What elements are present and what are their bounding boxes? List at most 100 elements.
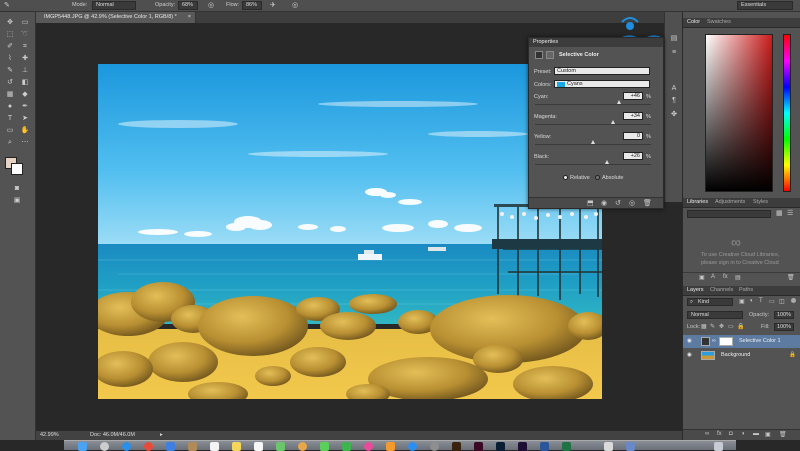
eraser-tool-icon[interactable]: ◧ xyxy=(18,78,32,88)
dodge-tool-icon[interactable]: ● xyxy=(3,102,17,112)
document-info[interactable]: Doc: 46.0M/46.0M xyxy=(90,432,135,438)
lasso-tool-icon[interactable]: ➰ xyxy=(18,30,32,40)
magenta-value-field[interactable]: +34 xyxy=(623,112,643,120)
new-adjustment-icon[interactable]: ◑ xyxy=(741,431,745,437)
mode-select[interactable]: Normal xyxy=(92,1,136,10)
layer-opacity-field[interactable]: 100% xyxy=(774,311,794,319)
cyan-slider-thumb[interactable] xyxy=(617,100,621,104)
blur-tool-icon[interactable]: ◆ xyxy=(18,90,32,100)
library-list-icon[interactable]: ☰ xyxy=(787,209,793,217)
chain-link-icon[interactable]: ∞ xyxy=(712,335,716,348)
lock-all-icon[interactable]: 🔒 xyxy=(737,323,744,330)
black-slider-thumb[interactable] xyxy=(605,160,609,164)
workspace-select[interactable]: Essentials xyxy=(737,1,793,10)
filter-pixel-icon[interactable]: ▣ xyxy=(739,298,745,305)
magenta-slider[interactable] xyxy=(535,124,651,125)
reset-icon[interactable]: ↺ xyxy=(615,199,621,207)
visibility-icon[interactable]: ◎ xyxy=(629,199,635,207)
cyan-value-field[interactable]: +46 xyxy=(623,92,643,100)
zoom-tool-icon[interactable]: ⌕ xyxy=(3,138,17,148)
lock-transparent-icon[interactable]: ▦ xyxy=(701,323,707,330)
type-tool-icon[interactable]: T xyxy=(3,114,17,124)
history-panel-icon[interactable]: ▤ xyxy=(667,34,681,44)
fill-field[interactable]: 100% xyxy=(774,323,794,331)
artboard-tool-icon[interactable]: ▭ xyxy=(18,18,32,28)
filter-type-icon[interactable]: T xyxy=(759,298,763,304)
add-character-style-icon[interactable]: A xyxy=(711,274,715,280)
history-brush-tool-icon[interactable]: ↺ xyxy=(3,78,17,88)
pressure-opacity-icon[interactable]: ◎ xyxy=(208,1,214,9)
mask-icon[interactable] xyxy=(546,51,554,59)
link-layers-icon[interactable]: ∞ xyxy=(705,431,709,437)
tab-channels[interactable]: Channels xyxy=(710,287,733,293)
tab-paths[interactable]: Paths xyxy=(739,287,753,293)
status-arrow-icon[interactable]: ▸ xyxy=(160,432,163,438)
add-graphic-icon[interactable]: ▣ xyxy=(699,274,705,281)
delete-icon[interactable]: 🗑 xyxy=(643,199,652,207)
black-slider[interactable] xyxy=(535,164,651,165)
layer-row-background[interactable]: ◉ Background 🔒 xyxy=(683,349,800,362)
delete-layer-icon[interactable]: 🗑 xyxy=(779,431,787,438)
eyedropper-tool-icon[interactable]: ⌇ xyxy=(3,54,17,64)
blend-mode-select[interactable]: Normal xyxy=(687,311,743,319)
properties-panel-title[interactable]: Properties xyxy=(529,38,663,47)
new-group-icon[interactable]: ▬ xyxy=(753,431,759,437)
opacity-field[interactable]: 68% xyxy=(178,1,198,10)
tab-layers[interactable]: Layers xyxy=(687,287,704,293)
tab-styles[interactable]: Styles xyxy=(753,199,768,205)
visibility-eye-icon[interactable]: ◉ xyxy=(687,349,692,362)
marquee-tool-icon[interactable]: ⬚ xyxy=(3,30,17,40)
flow-field[interactable]: 86% xyxy=(242,1,262,10)
screen-mode-icon[interactable]: ▣ xyxy=(10,196,24,206)
lock-pixels-icon[interactable]: ✎ xyxy=(710,323,715,330)
spot-healing-tool-icon[interactable]: ✚ xyxy=(18,54,32,64)
cyan-slider[interactable] xyxy=(535,104,651,105)
properties-panel-icon[interactable]: ≡ xyxy=(667,48,681,58)
brush-preset-panel-icon[interactable]: ✤ xyxy=(667,110,681,120)
tab-adjustments[interactable]: Adjustments xyxy=(715,199,745,205)
layer-name[interactable]: Background xyxy=(721,349,750,362)
black-value-field[interactable]: +26 xyxy=(623,152,643,160)
clip-to-layer-icon[interactable]: ⬒ xyxy=(587,199,594,207)
visibility-eye-icon[interactable]: ◉ xyxy=(687,335,692,348)
library-grid-icon[interactable]: ▦ xyxy=(776,209,783,217)
filter-adjustment-icon[interactable]: ◑ xyxy=(749,298,753,304)
colors-select[interactable]: Cyans xyxy=(554,80,650,88)
add-color-icon[interactable]: ▤ xyxy=(735,274,741,281)
yellow-value-field[interactable]: 0 xyxy=(623,132,643,140)
brush-tool-icon[interactable]: ✎ xyxy=(4,1,10,9)
yellow-slider-thumb[interactable] xyxy=(591,140,595,144)
gradient-tool-icon[interactable]: ▦ xyxy=(3,90,17,100)
layer-style-icon[interactable]: fx xyxy=(717,431,722,437)
new-layer-icon[interactable]: ▣ xyxy=(765,431,771,438)
layer-mask-thumbnail[interactable] xyxy=(719,337,733,346)
preset-select[interactable]: Custom xyxy=(554,67,650,75)
color-picker-field[interactable] xyxy=(705,34,773,192)
layer-name[interactable]: Selective Color 1 xyxy=(739,335,781,348)
pressure-size-icon[interactable]: ◎ xyxy=(292,1,298,9)
hue-slider[interactable] xyxy=(783,34,791,192)
character-panel-icon[interactable]: A xyxy=(667,84,681,94)
view-previous-icon[interactable]: ◉ xyxy=(601,199,607,207)
tab-libraries[interactable]: Libraries xyxy=(687,199,708,205)
move-tool-icon[interactable]: ✥ xyxy=(3,18,17,28)
close-tab-icon[interactable]: × xyxy=(188,12,191,23)
tab-color[interactable]: Color xyxy=(687,19,700,25)
document-tab[interactable]: IMGP5448.JPG @ 42.9% (Selective Color 1,… xyxy=(36,12,196,23)
filter-smart-object-icon[interactable]: ◫ xyxy=(779,298,785,305)
layer-filter-select[interactable]: ⌕ Kind xyxy=(687,298,733,306)
quick-select-tool-icon[interactable]: ✐ xyxy=(3,42,17,52)
library-select[interactable] xyxy=(687,210,771,218)
add-layer-style-icon[interactable]: fx xyxy=(723,274,728,280)
background-color-swatch[interactable] xyxy=(11,163,23,175)
filter-shape-icon[interactable]: ▭ xyxy=(769,298,775,305)
filter-toggle-icon[interactable] xyxy=(791,298,796,303)
magenta-slider-thumb[interactable] xyxy=(611,120,615,124)
add-mask-icon[interactable]: ◘ xyxy=(729,431,733,437)
paragraph-panel-icon[interactable]: ¶ xyxy=(667,96,681,106)
document-image[interactable] xyxy=(98,64,602,399)
library-delete-icon[interactable]: 🗑 xyxy=(787,274,795,281)
brush-tool-icon[interactable]: ✎ xyxy=(3,66,17,76)
hand-tool-icon[interactable]: ✋ xyxy=(18,126,32,136)
lock-artboard-icon[interactable]: ▭ xyxy=(728,323,734,330)
